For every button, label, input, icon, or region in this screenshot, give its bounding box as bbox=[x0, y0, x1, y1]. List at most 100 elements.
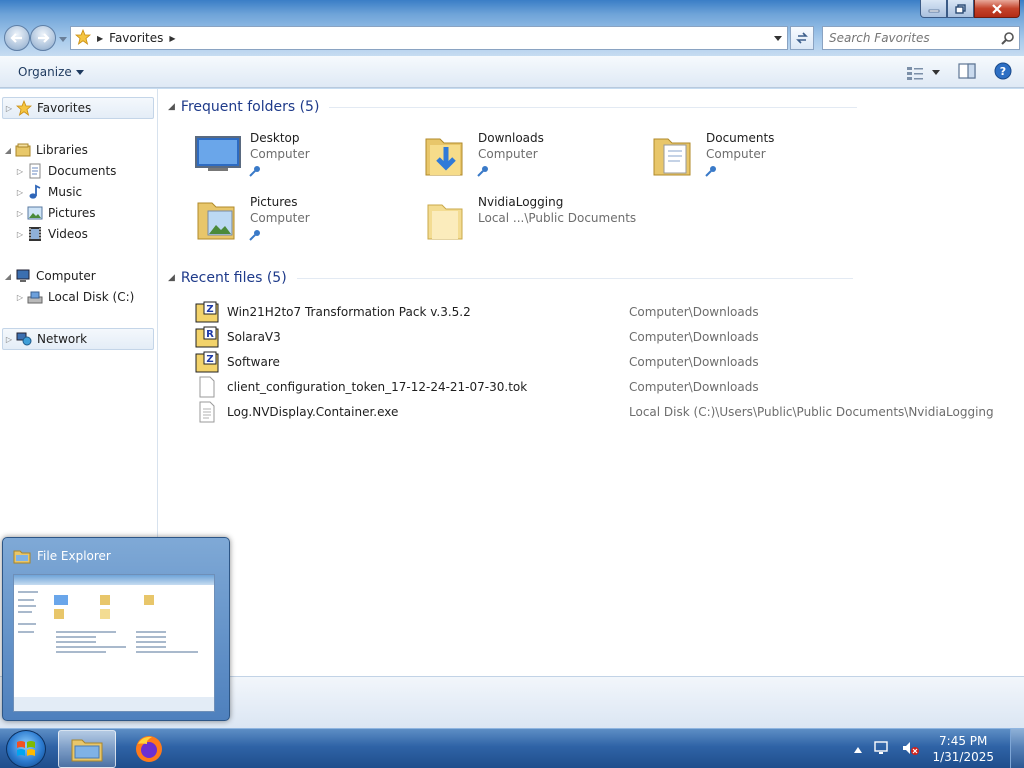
recent-file-row[interactable]: Z Win21H2to7 Transformation Pack v.3.5.2… bbox=[194, 300, 1014, 324]
network-icon bbox=[15, 331, 33, 347]
libraries-icon bbox=[14, 142, 32, 158]
folder-tile-documents[interactable]: Documents Computer bbox=[650, 127, 870, 183]
svg-text:Z: Z bbox=[206, 354, 213, 365]
preview-pane-button[interactable] bbox=[958, 63, 976, 82]
network-status-icon[interactable] bbox=[874, 740, 890, 758]
recent-pages-dropdown[interactable] bbox=[58, 34, 68, 44]
start-button[interactable] bbox=[6, 730, 46, 768]
nav-label: Videos bbox=[48, 227, 88, 241]
documents-folder-icon bbox=[650, 131, 700, 179]
nav-libraries[interactable]: ◢ Libraries bbox=[2, 139, 88, 161]
pin-icon[interactable] bbox=[476, 165, 490, 180]
show-hidden-icons-button[interactable] bbox=[854, 742, 863, 756]
file-name: client_configuration_token_17-12-24-21-0… bbox=[227, 380, 528, 394]
archive-z-icon: Z bbox=[194, 351, 220, 373]
nav-documents[interactable]: ▷ Documents bbox=[14, 160, 116, 182]
pictures-icon bbox=[26, 205, 44, 221]
firefox-icon bbox=[136, 736, 162, 762]
music-icon bbox=[26, 184, 44, 200]
expand-arrow-icon[interactable]: ▷ bbox=[14, 209, 26, 218]
breadcrumb-separator-icon[interactable]: ▶ bbox=[97, 34, 103, 43]
text-file-icon bbox=[194, 401, 220, 423]
chevron-down-icon bbox=[932, 70, 940, 75]
recent-file-row[interactable]: client_configuration_token_17-12-24-21-0… bbox=[194, 375, 1014, 399]
breadcrumb-favorites[interactable]: Favorites bbox=[109, 31, 163, 45]
volume-muted-icon[interactable] bbox=[902, 741, 920, 758]
nav-pictures[interactable]: ▷ Pictures bbox=[14, 202, 96, 224]
tile-location: Computer bbox=[250, 147, 310, 161]
minimize-button[interactable] bbox=[920, 0, 947, 18]
pin-icon[interactable] bbox=[704, 165, 718, 180]
taskbar-firefox-button[interactable] bbox=[120, 730, 178, 768]
folder-tile-nvidialogging[interactable]: NvidiaLogging Local ...\Public Documents bbox=[422, 191, 642, 247]
pin-icon[interactable] bbox=[248, 165, 262, 180]
expand-arrow-icon[interactable]: ▷ bbox=[14, 230, 26, 239]
collapse-arrow-icon[interactable]: ◢ bbox=[2, 146, 14, 155]
taskbar-thumbnail-preview[interactable]: File Explorer bbox=[2, 537, 230, 721]
pictures-folder-icon bbox=[194, 195, 244, 243]
clock[interactable]: 7:45 PM 1/31/2025 bbox=[932, 733, 994, 765]
group-divider bbox=[296, 277, 853, 279]
search-input[interactable] bbox=[829, 27, 999, 49]
recent-files-header[interactable]: ◢ Recent files (5) bbox=[168, 267, 853, 289]
breadcrumb-separator-icon[interactable]: ▶ bbox=[169, 34, 175, 43]
refresh-button[interactable] bbox=[790, 26, 814, 50]
folder-tile-desktop[interactable]: Desktop Computer bbox=[194, 127, 414, 183]
address-dropdown-button[interactable] bbox=[769, 27, 787, 49]
maximize-button[interactable] bbox=[947, 0, 974, 18]
star-icon bbox=[15, 100, 33, 116]
close-button[interactable] bbox=[974, 0, 1020, 18]
taskbar-file-explorer-button[interactable] bbox=[58, 730, 116, 768]
tile-name: Desktop bbox=[250, 131, 300, 145]
recent-file-row[interactable]: R SolaraV3 Computer\Downloads bbox=[194, 325, 1014, 349]
back-button[interactable] bbox=[4, 25, 30, 51]
search-box[interactable] bbox=[822, 26, 1020, 50]
clock-date: 1/31/2025 bbox=[932, 750, 994, 764]
folder-tile-downloads[interactable]: Downloads Computer bbox=[422, 127, 642, 183]
recent-file-row[interactable]: Log.NVDisplay.Container.exe Local Disk (… bbox=[194, 400, 1014, 424]
nav-videos[interactable]: ▷ Videos bbox=[14, 223, 88, 245]
nav-network[interactable]: ▷ Network bbox=[2, 328, 154, 350]
expand-arrow-icon[interactable]: ▷ bbox=[3, 335, 15, 344]
expand-arrow-icon[interactable]: ▷ bbox=[14, 188, 26, 197]
downloads-folder-icon bbox=[422, 131, 472, 179]
show-desktop-button[interactable] bbox=[1010, 729, 1024, 768]
address-bar[interactable]: ▶ Favorites ▶ bbox=[70, 26, 788, 50]
svg-text:R: R bbox=[206, 329, 214, 340]
pin-icon[interactable] bbox=[248, 229, 262, 244]
refresh-icon bbox=[796, 32, 808, 44]
nav-local-disk[interactable]: ▷ Local Disk (C:) bbox=[14, 286, 134, 308]
videos-icon bbox=[26, 226, 44, 242]
expand-arrow-icon[interactable]: ▷ bbox=[14, 293, 26, 302]
svg-text:?: ? bbox=[1000, 65, 1006, 78]
search-icon[interactable] bbox=[1001, 31, 1015, 48]
file-path: Computer\Downloads bbox=[629, 355, 759, 369]
file-path: Computer\Downloads bbox=[629, 380, 759, 394]
svg-text:Z: Z bbox=[206, 304, 213, 315]
nav-favorites[interactable]: ▷ Favorites bbox=[2, 97, 154, 119]
archive-z-icon: Z bbox=[194, 301, 220, 323]
organize-button[interactable]: Organize bbox=[10, 63, 92, 81]
help-button[interactable]: ? bbox=[994, 62, 1012, 83]
frequent-folders-header[interactable]: ◢ Frequent folders (5) bbox=[168, 96, 858, 118]
expand-arrow-icon[interactable]: ▷ bbox=[14, 167, 26, 176]
recent-file-row[interactable]: Z Software Computer\Downloads bbox=[194, 350, 1014, 374]
file-explorer-icon bbox=[71, 739, 103, 762]
file-name: Win21H2to7 Transformation Pack v.3.5.2 bbox=[227, 305, 471, 319]
forward-button[interactable] bbox=[30, 25, 56, 51]
expand-arrow-icon[interactable]: ▷ bbox=[3, 104, 15, 113]
nav-computer[interactable]: ◢ Computer bbox=[2, 265, 96, 287]
file-path: Computer\Downloads bbox=[629, 305, 759, 319]
change-view-button[interactable] bbox=[906, 66, 940, 80]
tile-name: Downloads bbox=[478, 131, 544, 145]
collapse-arrow-icon[interactable]: ◢ bbox=[2, 272, 14, 281]
nav-music[interactable]: ▷ Music bbox=[14, 181, 82, 203]
computer-icon bbox=[14, 268, 32, 284]
star-icon bbox=[74, 28, 92, 48]
thumbnail-title: File Explorer bbox=[13, 548, 111, 564]
collapse-arrow-icon[interactable]: ◢ bbox=[168, 102, 175, 112]
tile-location: Computer bbox=[478, 147, 538, 161]
folder-tile-pictures[interactable]: Pictures Computer bbox=[194, 191, 414, 247]
collapse-arrow-icon[interactable]: ◢ bbox=[168, 273, 175, 283]
preview-pane-icon bbox=[958, 63, 976, 79]
